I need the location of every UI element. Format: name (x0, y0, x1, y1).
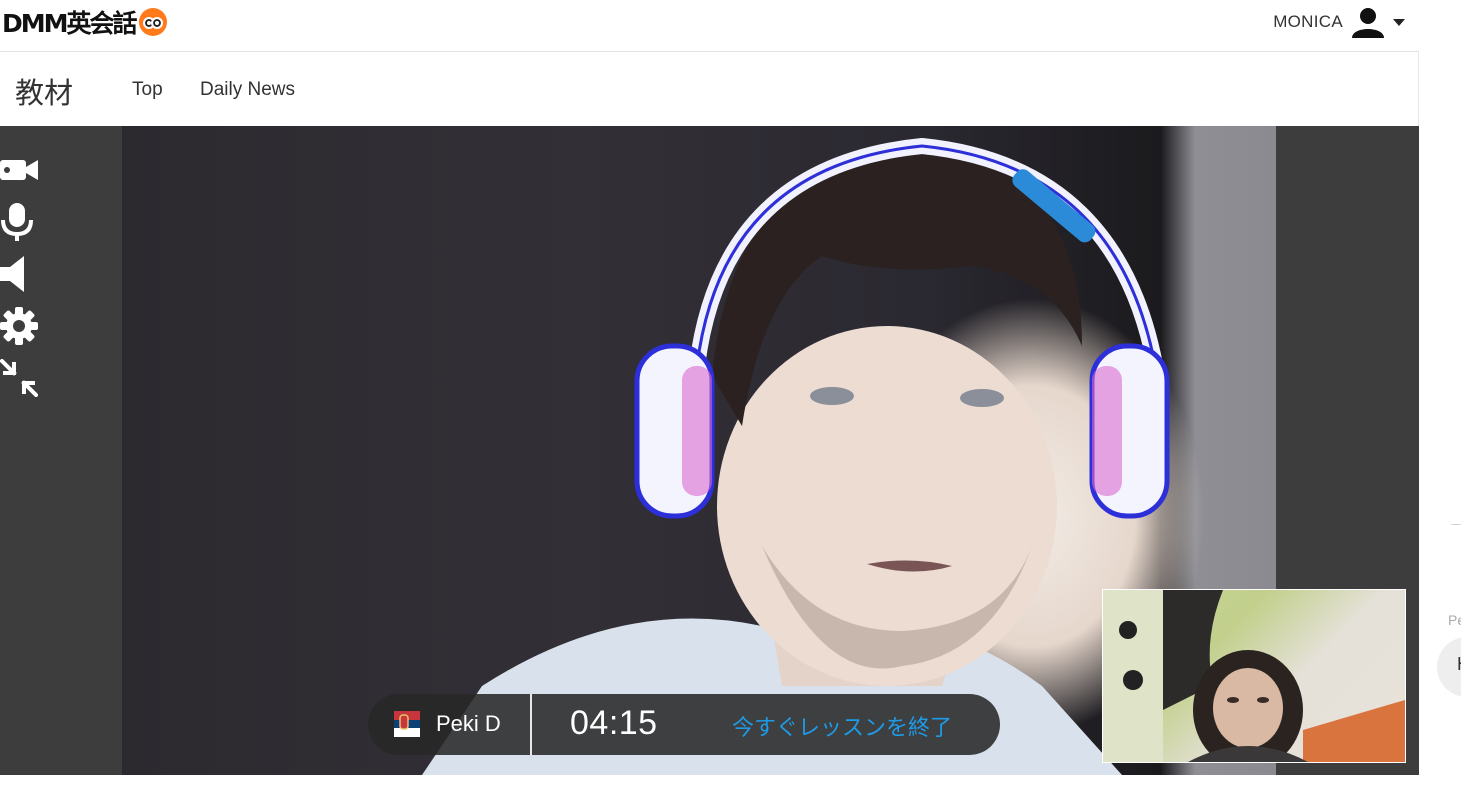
serbia-flag-icon (394, 711, 420, 737)
clipped-label: Pe (1448, 612, 1461, 628)
caret-down-icon[interactable] (1393, 18, 1405, 26)
microphone-toggle-button[interactable] (0, 196, 40, 248)
settings-gear-icon (0, 307, 38, 345)
user-menu[interactable]: MONICA (1273, 6, 1405, 38)
end-lesson-button[interactable]: 今すぐレッスンを終了 (732, 710, 952, 742)
camera-icon (0, 160, 38, 180)
top-header: DMM英会話 MONICA (0, 0, 1419, 52)
user-icon (1352, 8, 1384, 38)
owl-icon (138, 8, 167, 36)
speaker-toggle-button[interactable] (0, 248, 40, 300)
lesson-timer: 04:15 (570, 704, 658, 742)
user-name: MONICA (1273, 12, 1343, 31)
microphone-icon (1, 203, 33, 241)
video-call-area: Peki D 04:15 今すぐレッスンを終了 (0, 126, 1419, 775)
nav-link-top[interactable]: Top (132, 79, 163, 101)
lesson-status-bar: Peki D 04:15 今すぐレッスンを終了 (368, 694, 1000, 755)
self-video (1102, 589, 1406, 763)
page-title: 教材 (15, 78, 74, 110)
nav-link-daily-news[interactable]: Daily News (200, 79, 295, 101)
material-nav: 教材 Top Daily News (0, 52, 1419, 126)
tutor-name: Peki D (436, 711, 501, 736)
divider (1451, 524, 1461, 525)
exit-fullscreen-button[interactable] (0, 352, 40, 404)
chat-bubble-text: H (1457, 654, 1461, 675)
side-panel-edge: Pe H (1419, 0, 1461, 806)
dmm-eikaiwa-logo[interactable]: DMM英会話 (2, 6, 167, 38)
divider (530, 694, 532, 755)
logo-text: DMM英会話 (2, 9, 138, 38)
self-video-image (1103, 590, 1405, 762)
settings-button[interactable] (0, 300, 40, 352)
call-controls (0, 144, 40, 404)
speaker-icon (0, 256, 24, 292)
shrink-screen-icon (0, 359, 38, 397)
camera-toggle-button[interactable] (0, 144, 40, 196)
